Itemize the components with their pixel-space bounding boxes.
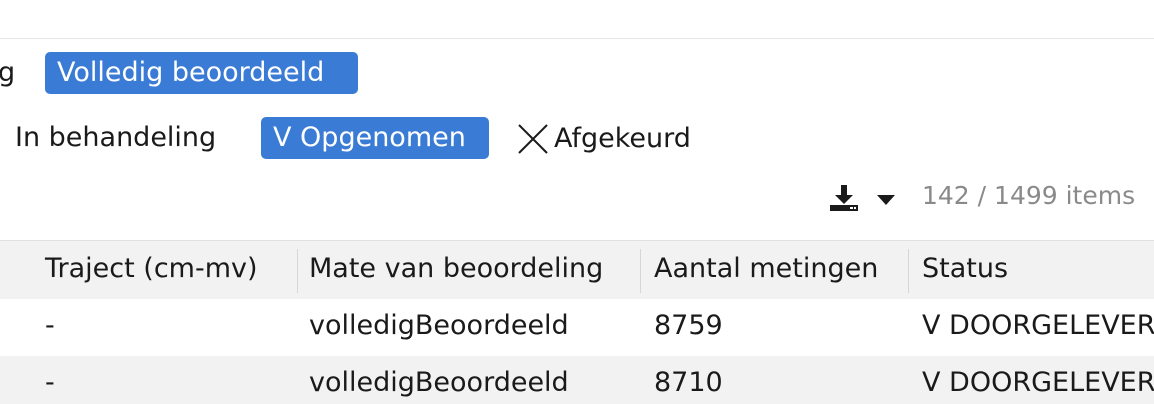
table-header: Traject (cm-mv) Mate van beoordeling Aan… bbox=[0, 240, 1154, 300]
filter-chip-opgenomen[interactable]: V Opgenomen bbox=[261, 117, 489, 159]
page: g Volledig beoordeeld In behandeling V O… bbox=[0, 0, 1154, 404]
column-divider[interactable] bbox=[908, 249, 909, 293]
close-icon bbox=[518, 124, 548, 154]
cell-mate-van-beoordeling: volledigBeoordeeld bbox=[309, 310, 569, 341]
filter-option-afgekeurd-label: Afgekeurd bbox=[554, 123, 691, 154]
filter-chip-volledig-beoordeeld[interactable]: Volledig beoordeeld bbox=[45, 52, 358, 94]
cell-aantal-metingen: 8710 bbox=[654, 367, 723, 398]
download-icon[interactable] bbox=[828, 184, 860, 212]
column-divider[interactable] bbox=[297, 249, 298, 293]
table-row[interactable]: - volledigBeoordeeld 8710 V DOORGELEVERD bbox=[0, 356, 1154, 404]
filter-option-afgekeurd[interactable]: Afgekeurd bbox=[516, 122, 691, 156]
cell-status: V DOORGELEVERD bbox=[922, 310, 1154, 341]
cell-aantal-metingen: 8759 bbox=[654, 310, 723, 341]
items-count: 142 / 1499 items bbox=[922, 181, 1136, 210]
cell-traject: - bbox=[45, 310, 55, 341]
column-header-traject[interactable]: Traject (cm-mv) bbox=[45, 254, 258, 284]
cell-status: V DOORGELEVERD bbox=[922, 367, 1154, 398]
filter-option-in-behandeling[interactable]: In behandeling bbox=[15, 123, 216, 153]
table-row[interactable]: - volledigBeoordeeld 8759 V DOORGELEVERD bbox=[0, 299, 1154, 356]
cell-mate-van-beoordeling: volledigBeoordeeld bbox=[309, 367, 569, 398]
caret-down-icon[interactable] bbox=[876, 194, 896, 206]
column-divider[interactable] bbox=[640, 249, 641, 293]
table-toolbar: 142 / 1499 items bbox=[0, 178, 1154, 212]
filter-option-cutoff[interactable]: g bbox=[0, 58, 15, 88]
column-header-aantal-metingen[interactable]: Aantal metingen bbox=[654, 254, 878, 284]
top-divider bbox=[0, 38, 1154, 39]
column-header-status[interactable]: Status bbox=[922, 254, 1008, 284]
cell-traject: - bbox=[45, 367, 55, 398]
column-header-mate-van-beoordeling[interactable]: Mate van beoordeling bbox=[309, 254, 603, 284]
